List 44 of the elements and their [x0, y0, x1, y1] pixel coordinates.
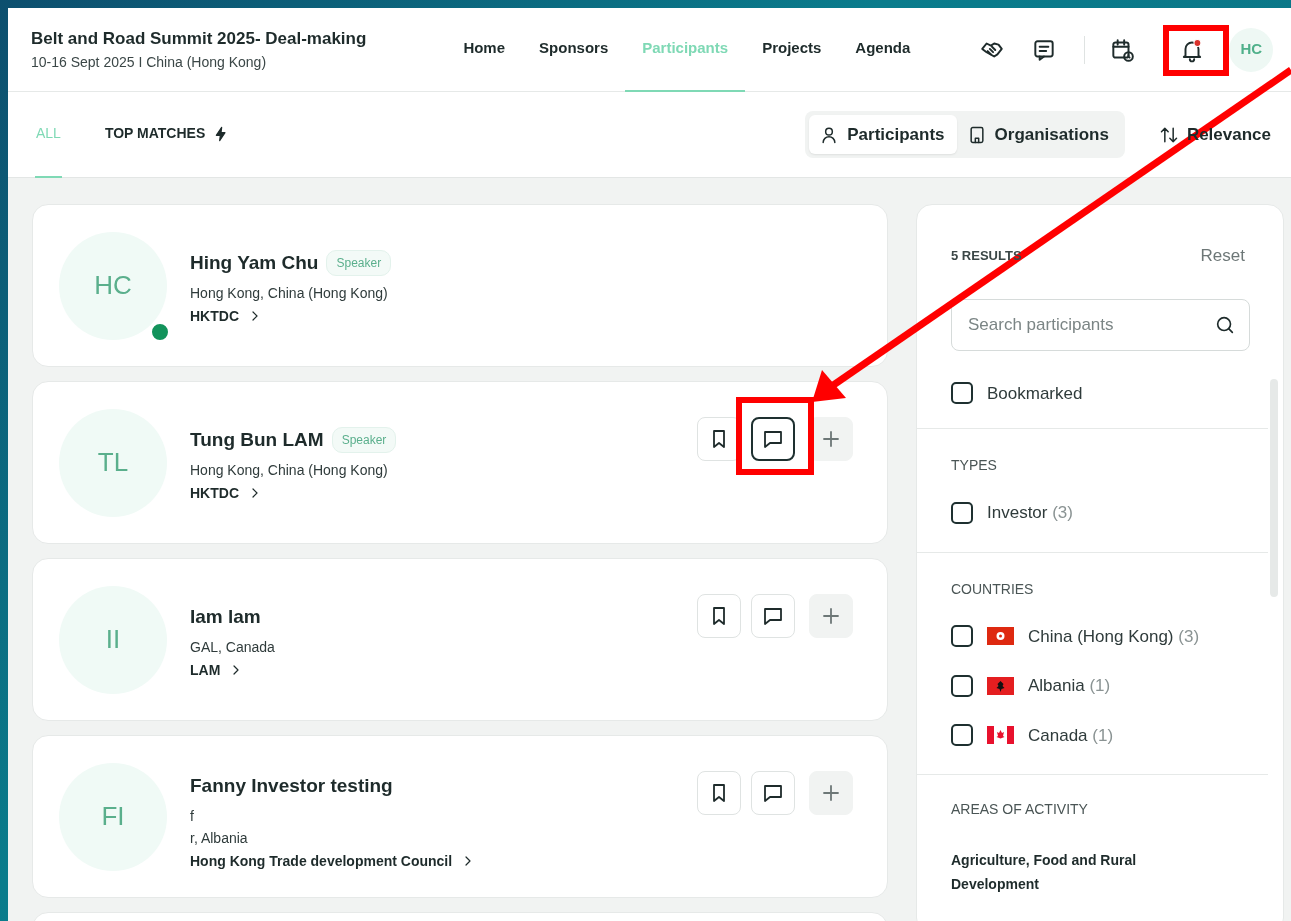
filter-option[interactable]: Bookmarked [917, 370, 1268, 428]
speaker-badge: Speaker [326, 250, 392, 277]
nav-link[interactable]: Projects [745, 8, 839, 92]
activity-area[interactable]: Agriculture, Food and Rural Development [951, 848, 1181, 896]
view-toggle-option[interactable]: Organisations [956, 114, 1121, 155]
option-label: Investor (3) [987, 502, 1073, 524]
avatar-initials: HC [94, 269, 132, 302]
event-title: Belt and Road Summit 2025- Deal-making [31, 28, 367, 51]
event-dates: 10-16 Sept 2025 I China (Hong Kong) [31, 52, 268, 72]
participant-detail: Hong Kong, China (Hong Kong) [190, 283, 389, 303]
nav-link[interactable]: Home [446, 8, 523, 92]
filter-option[interactable]: Albania (1) [951, 673, 1268, 699]
speaker-badge: Speaker [331, 427, 397, 454]
avatar-initials: FI [101, 800, 125, 833]
participant-name: Fanny Investor testing [190, 774, 393, 798]
participant-detail: GAL, Canada [190, 637, 275, 657]
reset-button[interactable]: Reset [1200, 243, 1245, 269]
participant-detail: f [190, 806, 195, 826]
nav-link[interactable]: Sponsors [522, 8, 626, 92]
participant-detail: Hong Kong, China (Hong Kong) [190, 460, 389, 480]
filter-option[interactable]: Investor (3) [951, 500, 1268, 526]
option-label: Canada (1) [1028, 724, 1114, 747]
filter-option[interactable]: China (Hong Kong) (3) [951, 623, 1268, 649]
filter-tab[interactable]: TOP MATCHES [103, 91, 231, 178]
option-label: China (Hong Kong) (3) [1028, 625, 1200, 648]
section-heading: COUNTRIES [951, 579, 1035, 599]
option-label: Albania (1) [1028, 675, 1111, 697]
avatar-initials: II [105, 623, 121, 656]
avatar-initials: TL [97, 446, 129, 479]
participant-detail: r, Albania [190, 828, 249, 848]
organisation-link[interactable]: HKTDC [190, 482, 397, 504]
filter-option[interactable]: Canada (1) [951, 722, 1268, 748]
organisation-link[interactable]: HKTDC [190, 305, 392, 327]
view-toggle-option[interactable]: Participants [809, 114, 957, 155]
option-label: Bookmarked [987, 382, 1083, 405]
participant-name: Iam lam [190, 605, 261, 629]
section-heading: TYPES [951, 456, 998, 475]
participant-name: Hing Yam Chu [190, 251, 319, 275]
section-heading: AREAS OF ACTIVITY [951, 800, 1089, 819]
organisation-link[interactable]: LAM [190, 659, 275, 681]
participant-name: Tung Bun LAM [190, 428, 324, 452]
nav-link[interactable]: Agenda [838, 8, 928, 92]
search-field[interactable]: Search participants [951, 298, 1250, 351]
organisation-link[interactable]: Hong Kong Trade development Council [190, 850, 477, 872]
